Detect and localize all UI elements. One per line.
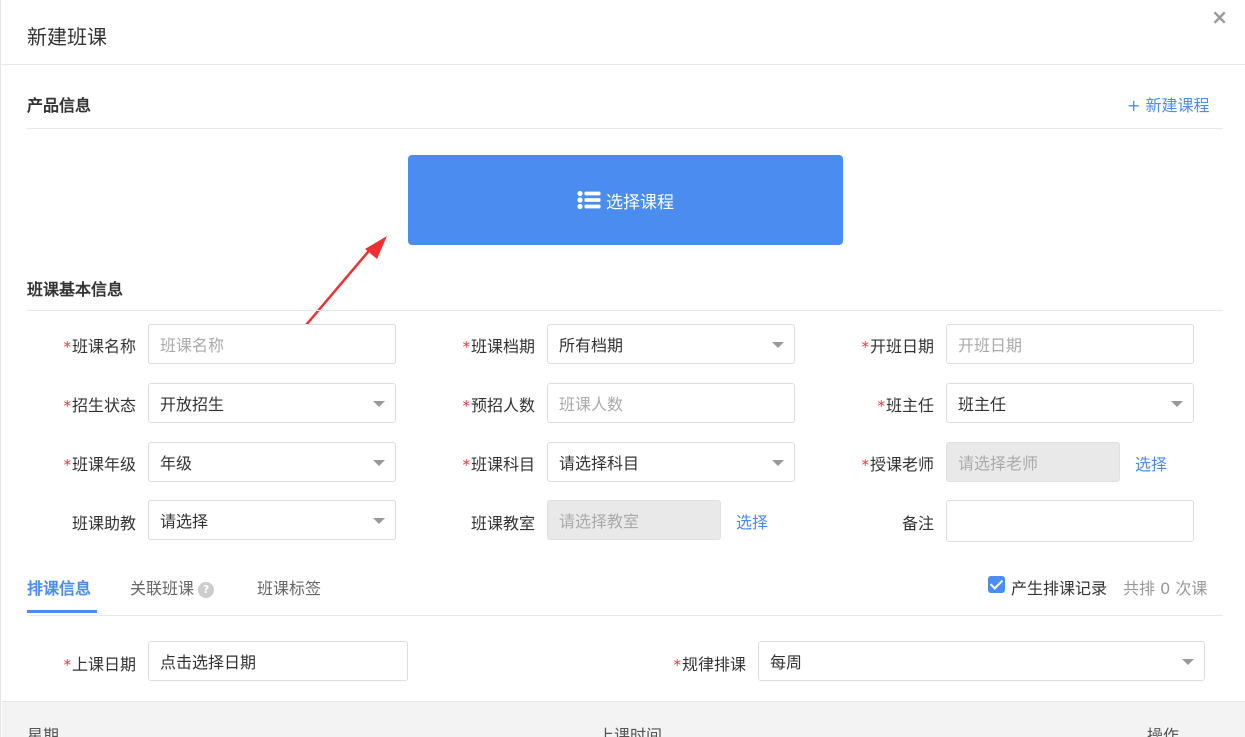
start-date-label: *开班日期 (861, 337, 934, 356)
class-term-label: *班课档期 (462, 337, 535, 356)
head-teacher-label: *班主任 (877, 396, 934, 415)
chevron-down-icon (772, 460, 784, 466)
teacher-label: *授课老师 (861, 455, 934, 474)
chevron-down-icon (373, 518, 385, 524)
assistant-label: 班课助教 (71, 514, 136, 533)
help-icon[interactable]: ? (198, 582, 215, 598)
classroom-input[interactable]: 请选择教室 (547, 500, 721, 540)
product-section-divider (27, 128, 1223, 129)
class-date-label: *上课日期 (63, 655, 136, 674)
tabs-divider (27, 615, 1223, 616)
select-course-button[interactable]: 选择课程 (408, 155, 843, 245)
chevron-down-icon (373, 401, 385, 407)
enroll-status-select[interactable]: 开放招生 (148, 383, 396, 423)
close-icon[interactable]: × (1211, 6, 1228, 28)
class-term-select[interactable]: 所有档期 (547, 324, 795, 364)
annotation-arrow-icon (300, 236, 387, 332)
classroom-label: 班课教室 (470, 514, 535, 533)
class-name-input[interactable]: 班课名称 (148, 324, 396, 364)
subject-select[interactable]: 请选择科目 (547, 442, 795, 482)
rule-select[interactable]: 每周 (758, 641, 1205, 681)
expected-count-input[interactable]: 班课人数 (547, 383, 795, 423)
select-classroom-link[interactable]: 选择 (736, 509, 768, 533)
enroll-status-label: *招生状态 (63, 396, 136, 415)
chevron-down-icon (1182, 659, 1194, 665)
rule-label: *规律排课 (673, 655, 746, 674)
column-header-weekday: 星期 (27, 726, 60, 737)
grade-select[interactable]: 年级 (148, 442, 396, 482)
tab-tags[interactable]: 班课标签 (257, 575, 321, 599)
assistant-select[interactable]: 请选择 (148, 500, 396, 540)
teacher-input[interactable]: 请选择老师 (946, 442, 1120, 482)
head-teacher-select[interactable]: 班主任 (946, 383, 1194, 423)
tab-schedule[interactable]: 排课信息 (27, 575, 91, 599)
schedule-record-label: 产生排课记录 (1011, 579, 1108, 598)
tab-active-indicator (27, 610, 97, 613)
column-header-time: 上课时间 (598, 726, 663, 737)
chevron-down-icon (1171, 401, 1183, 407)
remark-label: 备注 (901, 514, 934, 533)
product-section-title: 产品信息 (27, 96, 92, 115)
schedule-record-checkbox[interactable] (988, 576, 1005, 593)
dialog-header: 新建班课 × (1, 0, 1245, 65)
new-course-link[interactable]: + 新建课程 (1127, 92, 1210, 116)
schedule-count-text: 共排 0 次课 (1123, 579, 1208, 598)
grade-label: *班课年级 (63, 455, 136, 474)
subject-label: *班课科目 (462, 455, 535, 474)
schedule-table-header: 星期 上课时间 操作 (2, 701, 1245, 737)
start-date-input[interactable]: 开班日期 (946, 324, 1194, 364)
basic-section-divider (27, 310, 1223, 311)
list-icon (577, 190, 601, 210)
select-course-label: 选择课程 (606, 192, 674, 213)
chevron-down-icon (373, 460, 385, 466)
expected-count-label: *预招人数 (462, 396, 535, 415)
class-name-label: *班课名称 (63, 337, 136, 356)
column-header-actions: 操作 (1147, 726, 1180, 737)
class-date-input[interactable]: 点击选择日期 (148, 641, 408, 681)
basic-section-title: 班课基本信息 (27, 280, 124, 299)
remark-input[interactable] (946, 500, 1194, 542)
chevron-down-icon (772, 342, 784, 348)
select-teacher-link[interactable]: 选择 (1135, 451, 1167, 475)
dialog-title: 新建班课 (27, 25, 107, 49)
tab-related[interactable]: 关联班课? (130, 575, 215, 599)
new-class-dialog: 新建班课 × 产品信息 + 新建课程 选择课程 班课基本信息 *班课名称 班课名… (0, 0, 1245, 737)
